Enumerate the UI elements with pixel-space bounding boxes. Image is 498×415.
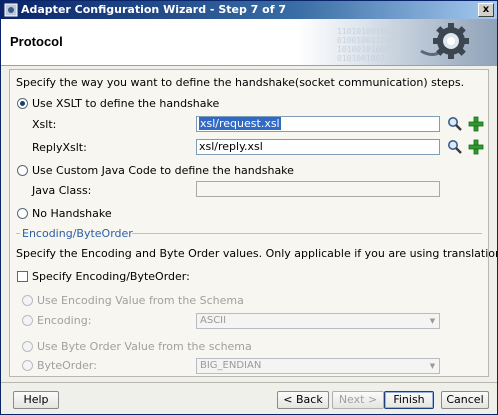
section-divider-left [16,233,20,234]
encoding-schema-label: Use Encoding Value from the Schema [37,294,244,307]
byteorder-schema-radio[interactable] [22,341,33,352]
reply-xslt-value: xsl/reply.xsl [199,140,263,153]
gear-icon [420,23,469,59]
java-class-input[interactable] [196,181,440,197]
add-reply-icon[interactable] [468,139,484,155]
no-handshake-label: No Handshake [32,207,112,220]
no-handshake-radio[interactable] [17,208,28,219]
encoding-label: Encoding: [37,314,92,327]
byteorder-radio[interactable] [22,360,33,371]
help-button-label: Help [23,393,49,406]
next-button-label: Next > [338,393,378,406]
search-xslt-icon[interactable] [447,116,463,132]
content-panel: Specify the way you want to define the h… [9,69,498,377]
byteorder-label: ByteOrder: [37,359,97,372]
encoding-select-value: ASCII [200,315,227,326]
finish-button[interactable]: Finish [384,391,434,409]
xslt-input[interactable]: xsl/request.xsl [196,116,440,132]
xslt-option-label: Use XSLT to define the handshake [32,97,220,110]
encoding-select[interactable]: ASCII ▼ [196,313,440,329]
add-xslt-icon[interactable] [468,116,484,132]
java-radio[interactable] [17,165,28,176]
specify-encoding-label: Specify Encoding/ByteOrder: [32,270,190,283]
window-title: Adapter Configuration Wizard - Step 7 of… [21,3,286,16]
back-button-label: < Back [283,393,323,406]
xslt-value: xsl/request.xsl [199,117,281,130]
wizard-window: Adapter Configuration Wizard - Step 7 of… [0,0,498,415]
reply-xslt-label: ReplyXslt: [32,141,87,154]
xslt-label: Xslt: [32,118,57,131]
page-title: Protocol [10,34,63,49]
footer-divider [1,382,497,383]
cancel-button[interactable]: Cancel [441,391,489,409]
search-reply-icon[interactable] [447,139,463,155]
encoding-intro-text: Specify the Encoding and Byte Order valu… [16,247,498,260]
encoding-schema-radio[interactable] [22,295,33,306]
intro-text: Specify the way you want to define the h… [16,76,465,89]
binary-decoration: 110101001011 0100100110101 101001010011 … [337,27,400,63]
section-divider-right [132,233,482,234]
wizard-header: 110101001011 0100100110101 101001010011 … [1,19,497,66]
header-banner: 110101001011 0100100110101 101001010011 … [297,19,497,65]
chevron-down-icon: ▼ [429,317,436,325]
specify-encoding-checkbox[interactable] [17,271,28,282]
finish-button-label: Finish [393,393,425,406]
byteorder-schema-label: Use Byte Order Value from the schema [37,340,252,353]
help-button[interactable]: Help [13,391,59,409]
encoding-radio[interactable] [22,315,33,326]
next-button[interactable]: Next > [332,391,384,409]
java-class-label: Java Class: [32,184,92,197]
app-icon [4,3,18,17]
back-button[interactable]: < Back [277,391,329,409]
chevron-down-icon: ▼ [429,362,436,370]
byteorder-select-value: BIG_ENDIAN [200,360,262,371]
title-bar[interactable]: Adapter Configuration Wizard - Step 7 of… [1,1,497,19]
java-option-label: Use Custom Java Code to define the hands… [32,164,294,177]
encoding-section-title: Encoding/ByteOrder [22,227,133,240]
byteorder-select[interactable]: BIG_ENDIAN ▼ [196,358,440,374]
cancel-button-label: Cancel [446,393,484,406]
reply-xslt-input[interactable]: xsl/reply.xsl [196,139,440,155]
close-button[interactable]: x [478,3,494,17]
xslt-radio[interactable] [17,98,28,109]
